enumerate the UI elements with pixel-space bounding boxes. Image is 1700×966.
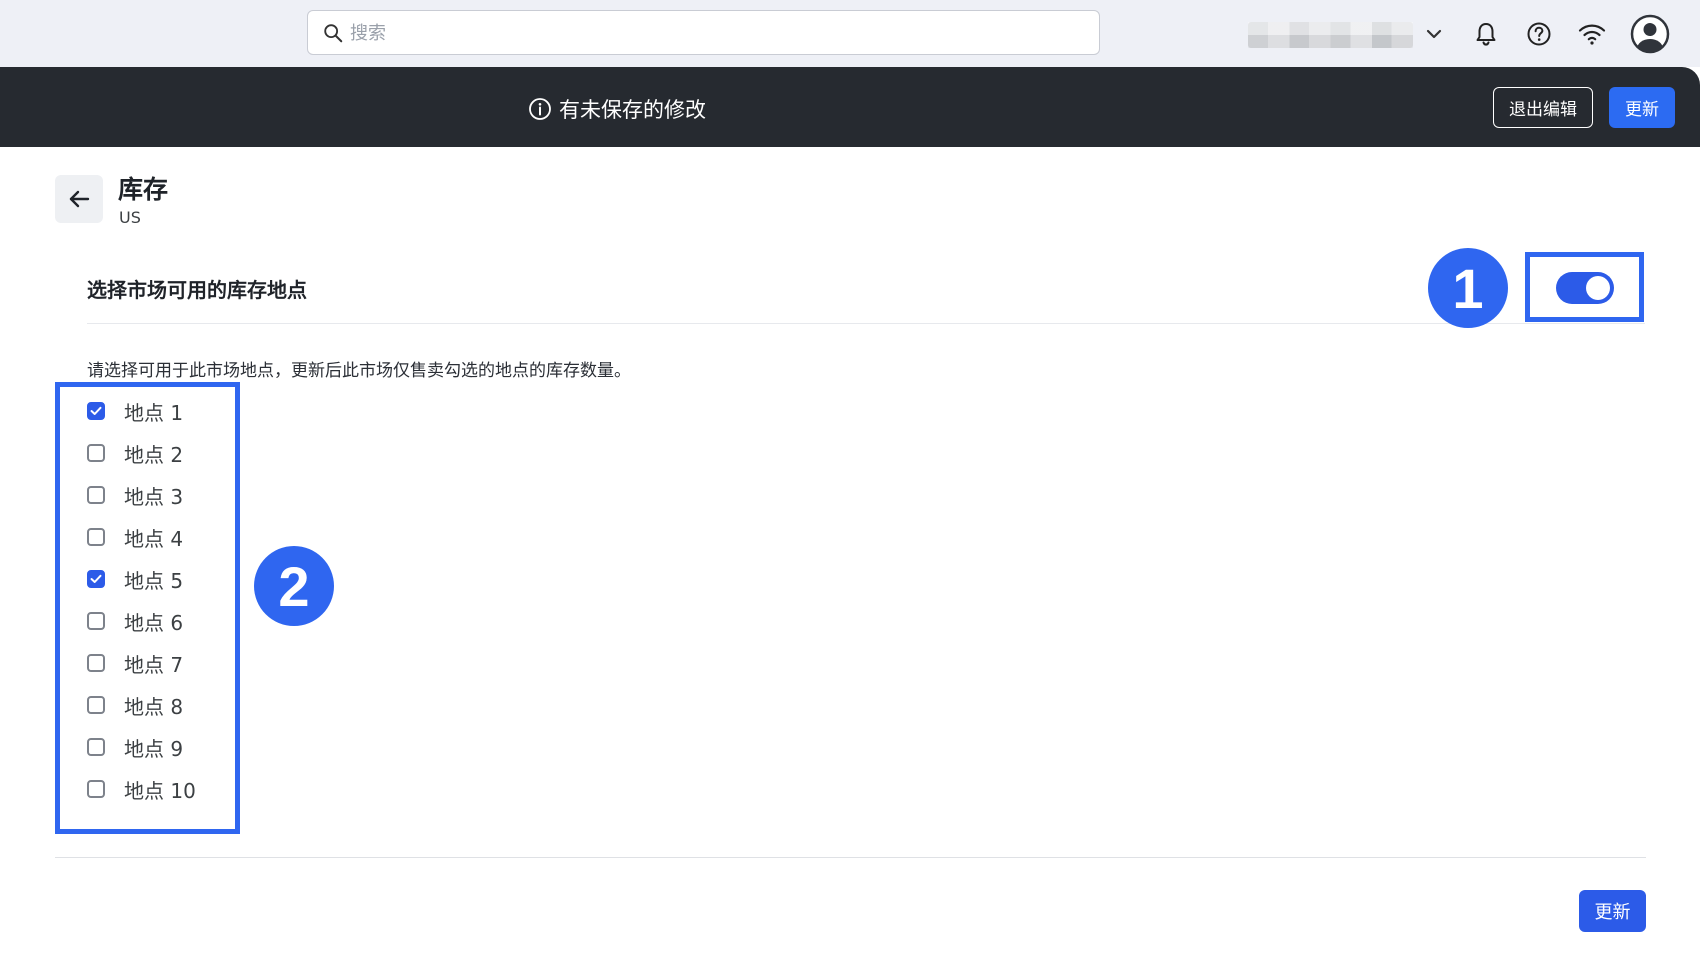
unsaved-message-text: 有未保存的修改 xyxy=(559,98,706,122)
toggle-knob xyxy=(1586,276,1610,300)
search-input[interactable] xyxy=(348,15,1092,52)
unsaved-message: 有未保存的修改 xyxy=(528,94,706,124)
location-label: 地点 3 xyxy=(124,484,184,509)
exit-edit-button[interactable]: 退出编辑 xyxy=(1493,87,1593,128)
search-box[interactable] xyxy=(307,10,1100,55)
annotation-badge-2: 2 xyxy=(254,546,334,626)
location-label: 地点 6 xyxy=(124,610,184,635)
section-title: 选择市场可用的库存地点 xyxy=(87,278,307,302)
section-divider xyxy=(87,323,1645,324)
update-button-bottom[interactable]: 更新 xyxy=(1579,890,1646,932)
location-label: 地点 4 xyxy=(124,526,184,551)
page-subtitle: US xyxy=(119,208,141,227)
checkbox-checked[interactable] xyxy=(87,402,105,420)
checkbox-unchecked[interactable] xyxy=(87,738,105,756)
location-label: 地点 2 xyxy=(124,442,184,467)
checkbox-checked[interactable] xyxy=(87,570,105,588)
account-name-blurred[interactable] xyxy=(1248,22,1413,48)
checkbox-unchecked[interactable] xyxy=(87,780,105,798)
checkbox-unchecked[interactable] xyxy=(87,654,105,672)
location-label: 地点 10 xyxy=(124,778,196,803)
help-icon[interactable] xyxy=(1523,18,1555,50)
info-icon xyxy=(529,98,551,120)
location-item[interactable]: 地点 10 xyxy=(87,768,196,810)
location-item[interactable]: 地点 4 xyxy=(87,516,196,558)
unsaved-changes-bar: 有未保存的修改 退出编辑 更新 xyxy=(0,67,1700,147)
location-item[interactable]: 地点 6 xyxy=(87,600,196,642)
location-item[interactable]: 地点 8 xyxy=(87,684,196,726)
location-item[interactable]: 地点 1 xyxy=(87,390,196,432)
location-label: 地点 5 xyxy=(124,568,184,593)
update-button-top[interactable]: 更新 xyxy=(1609,87,1675,128)
checkbox-unchecked[interactable] xyxy=(87,486,105,504)
search-icon xyxy=(324,24,343,43)
page-title: 库存 xyxy=(118,175,169,204)
top-bar xyxy=(0,0,1700,67)
location-label: 地点 8 xyxy=(124,694,184,719)
back-button[interactable] xyxy=(55,175,103,223)
annotation-badge-1: 1 xyxy=(1428,248,1508,328)
location-label: 地点 1 xyxy=(124,400,184,425)
location-item[interactable]: 地点 9 xyxy=(87,726,196,768)
bell-icon[interactable] xyxy=(1470,18,1502,50)
checkmark-icon xyxy=(90,574,102,583)
location-item[interactable]: 地点 3 xyxy=(87,474,196,516)
location-label: 地点 7 xyxy=(124,652,184,677)
checkmark-icon xyxy=(90,406,102,415)
checkbox-unchecked[interactable] xyxy=(87,444,105,462)
wifi-icon[interactable] xyxy=(1576,18,1608,50)
location-list: 地点 1 地点 2 地点 3 地点 4 地点 5 地点 6 地点 7 地点 8 地点 9 地点 1… xyxy=(87,390,196,810)
location-item[interactable]: 地点 7 xyxy=(87,642,196,684)
chevron-down-icon[interactable] xyxy=(1418,18,1450,50)
location-item[interactable]: 地点 2 xyxy=(87,432,196,474)
location-item[interactable]: 地点 5 xyxy=(87,558,196,600)
location-toggle-switch[interactable] xyxy=(1556,272,1614,304)
bottom-divider xyxy=(55,857,1646,858)
location-label: 地点 9 xyxy=(124,736,184,761)
checkbox-unchecked[interactable] xyxy=(87,612,105,630)
user-avatar-icon[interactable] xyxy=(1630,14,1670,54)
arrow-left-icon xyxy=(69,190,90,208)
section-description: 请选择可用于此市场地点，更新后此市场仅售卖勾选的地点的库存数量。 xyxy=(87,361,631,381)
checkbox-unchecked[interactable] xyxy=(87,696,105,714)
checkbox-unchecked[interactable] xyxy=(87,528,105,546)
